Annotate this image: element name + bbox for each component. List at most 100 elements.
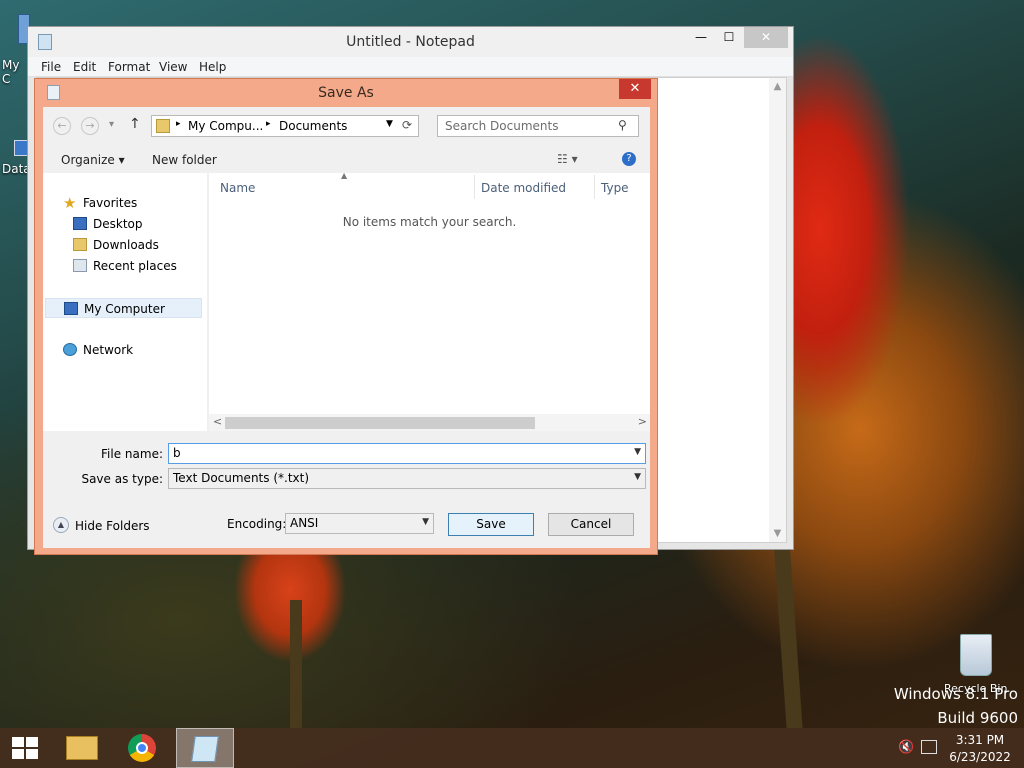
desktop-icon-my-computer[interactable]: My C — [0, 10, 30, 86]
file-name-value: b — [173, 446, 181, 460]
window-title: Untitled - Notepad — [346, 34, 475, 50]
recycle-bin-icon — [960, 634, 992, 676]
nav-network[interactable]: Network — [43, 340, 200, 360]
encoding-select[interactable]: ANSI ▼ — [285, 513, 434, 534]
save-button[interactable]: Save — [448, 513, 534, 536]
menu-file[interactable]: File — [41, 60, 61, 74]
clock-time[interactable]: 3:31 PM — [948, 733, 1012, 747]
recent-places-icon — [73, 259, 87, 272]
nav-label: Recent places — [93, 259, 177, 273]
scroll-left-icon[interactable]: < — [213, 415, 222, 428]
maximize-button[interactable]: ☐ — [716, 27, 742, 48]
refresh-icon[interactable]: ⟳ — [402, 118, 412, 132]
column-divider — [594, 175, 595, 199]
dialog-titlebar[interactable]: Save As ✕ — [35, 79, 657, 107]
search-icon: ⚲ — [618, 118, 627, 132]
encoding-label: Encoding: — [227, 517, 287, 531]
desktop-icon-label: My C — [2, 58, 20, 86]
taskbar: 🔇 3:31 PM 6/23/2022 — [0, 728, 1024, 768]
chevron-down-icon[interactable]: ▼ — [422, 517, 429, 527]
nav-desktop[interactable]: Desktop — [43, 214, 200, 234]
menu-help[interactable]: Help — [199, 60, 226, 74]
os-watermark-edition: Windows 8.1 Pro — [893, 685, 1018, 703]
scroll-right-icon[interactable]: > — [638, 415, 647, 428]
scroll-up-icon[interactable]: ▲ — [769, 78, 786, 95]
nav-label: Downloads — [93, 238, 159, 252]
folder-icon — [156, 119, 170, 133]
breadcrumb-separator: ▸ — [176, 119, 181, 129]
start-button[interactable] — [0, 728, 48, 768]
dialog-close-button[interactable]: ✕ — [619, 79, 651, 99]
file-list[interactable]: ▲ Name Date modified Type No items match… — [209, 171, 650, 431]
file-name-input[interactable]: b ▼ — [168, 443, 646, 464]
back-button[interactable]: ← — [53, 117, 71, 135]
search-input[interactable]: Search Documents ⚲ — [437, 115, 639, 137]
nav-favorites[interactable]: ★ Favorites — [43, 193, 200, 213]
nav-label: Favorites — [83, 196, 138, 210]
recent-locations-dropdown[interactable]: ▾ — [109, 119, 114, 130]
empty-message: No items match your search. — [342, 215, 517, 229]
column-header-date-modified[interactable]: Date modified — [481, 181, 566, 195]
menu-format[interactable]: Format — [108, 60, 150, 74]
organize-button[interactable]: Organize ▾ — [61, 153, 125, 167]
network-status-icon[interactable] — [921, 740, 937, 754]
menu-edit[interactable]: Edit — [73, 60, 96, 74]
wallpaper-stem — [290, 600, 302, 728]
nav-downloads[interactable]: Downloads — [43, 235, 200, 255]
change-view-button[interactable]: ☷ ▾ — [557, 152, 578, 166]
cancel-button[interactable]: Cancel — [548, 513, 634, 536]
menu-view[interactable]: View — [159, 60, 187, 74]
wallpaper-stem — [773, 540, 803, 728]
notepad-titlebar[interactable]: Untitled - Notepad — ☐ ✕ — [28, 27, 793, 57]
hide-folders-button[interactable]: Hide Folders — [75, 519, 150, 533]
address-dropdown-icon[interactable]: ▼ — [386, 119, 393, 129]
horizontal-scrollbar[interactable]: < > — [209, 414, 650, 431]
hide-folders-icon[interactable]: ▲ — [53, 517, 69, 533]
chevron-down-icon[interactable]: ▼ — [634, 447, 641, 457]
breadcrumb-documents[interactable]: Documents — [279, 119, 347, 133]
chrome-icon — [128, 734, 156, 762]
nav-label: Desktop — [93, 217, 143, 231]
taskbar-file-explorer[interactable] — [56, 728, 112, 768]
breadcrumb-separator: ▸ — [266, 119, 271, 129]
taskbar-chrome[interactable] — [116, 728, 172, 768]
notepad-icon — [191, 736, 219, 762]
minimize-button[interactable]: — — [688, 27, 714, 48]
nav-my-computer[interactable]: My Computer — [45, 298, 202, 318]
sort-ascending-icon: ▲ — [341, 171, 348, 180]
help-icon[interactable]: ? — [622, 152, 636, 166]
star-icon: ★ — [63, 194, 77, 212]
computer-icon — [64, 302, 78, 315]
volume-muted-icon[interactable]: 🔇 — [898, 740, 914, 755]
dialog-client: ← → ▾ ↑ ▸ My Compu... ▸ Documents ▼ ⟳ Se… — [43, 107, 650, 548]
os-watermark-build: Build 9600 — [937, 709, 1018, 727]
taskbar-notepad[interactable] — [176, 728, 234, 768]
up-button[interactable]: ↑ — [129, 116, 141, 132]
scrollbar-thumb[interactable] — [225, 417, 535, 429]
new-folder-button[interactable]: New folder — [152, 153, 217, 167]
save-as-type-value: Text Documents (*.txt) — [173, 471, 310, 485]
save-as-type-label: Save as type: — [81, 472, 163, 486]
navigation-pane: ★ Favorites Desktop Downloads Recent pla… — [43, 173, 207, 431]
vertical-scrollbar[interactable]: ▲ ▼ — [769, 78, 786, 542]
close-button[interactable]: ✕ — [744, 27, 788, 48]
column-divider — [474, 175, 475, 199]
scroll-down-icon[interactable]: ▼ — [769, 525, 786, 542]
database-icon — [14, 140, 28, 156]
encoding-value: ANSI — [290, 516, 319, 530]
address-bar[interactable]: ▸ My Compu... ▸ Documents ▼ ⟳ — [151, 115, 419, 137]
column-header-name[interactable]: Name — [220, 181, 255, 195]
forward-button[interactable]: → — [81, 117, 99, 135]
file-name-label: File name: — [101, 447, 163, 461]
chevron-down-icon[interactable]: ▼ — [634, 472, 641, 482]
nav-label: My Computer — [84, 302, 165, 316]
nav-recent-places[interactable]: Recent places — [43, 256, 200, 276]
desktop-icon-data[interactable]: Data — [0, 120, 31, 180]
column-header-type[interactable]: Type — [601, 181, 629, 195]
clock-date[interactable]: 6/23/2022 — [948, 750, 1012, 764]
breadcrumb-my-computer[interactable]: My Compu... — [188, 119, 263, 133]
nav-label: Network — [83, 343, 134, 357]
file-explorer-icon — [66, 736, 98, 760]
search-placeholder: Search Documents — [445, 119, 559, 133]
save-as-type-select[interactable]: Text Documents (*.txt) ▼ — [168, 468, 646, 489]
